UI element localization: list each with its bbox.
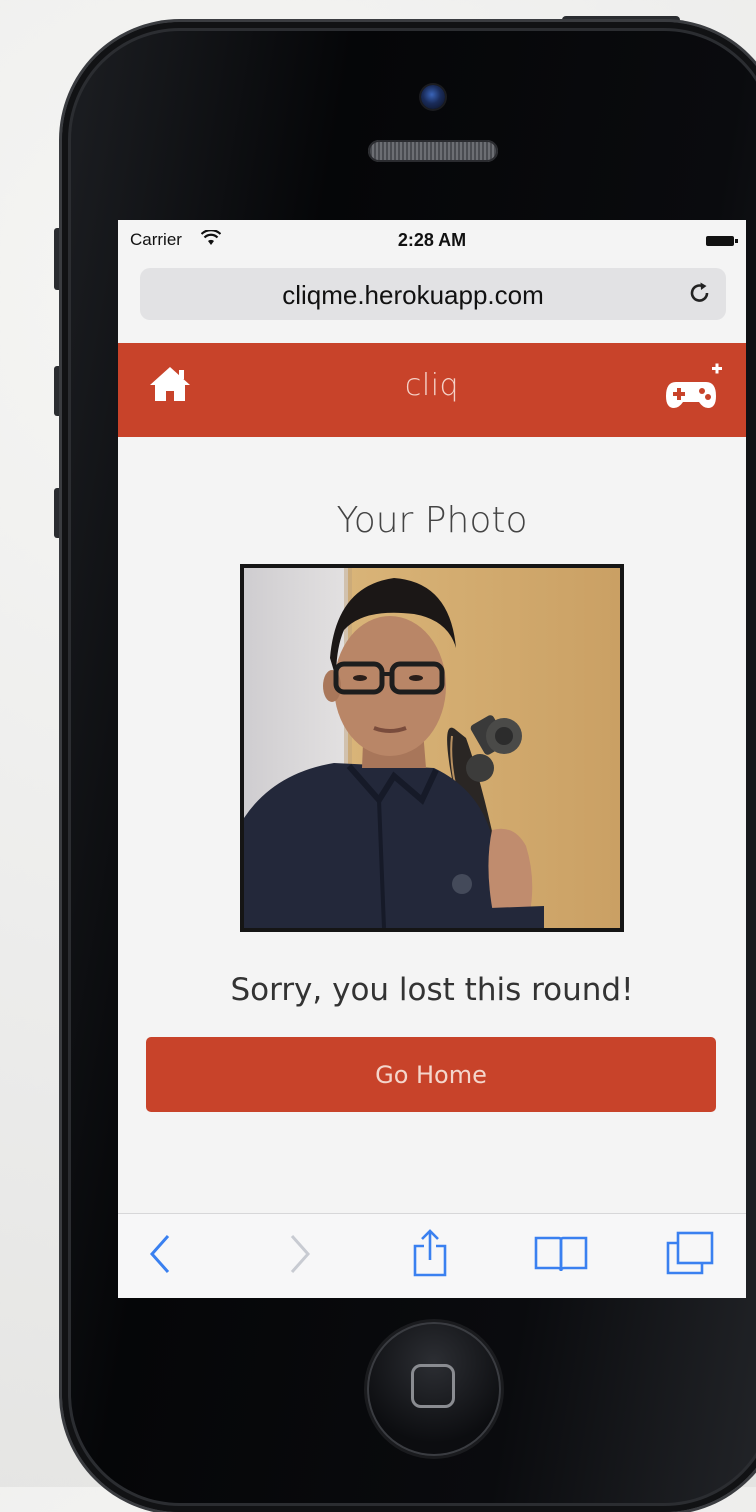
battery-icon: [706, 236, 738, 246]
round-result-message: Sorry, you lost this round!: [230, 972, 634, 1008]
app-header: cliq: [118, 343, 746, 437]
gamepad-plus-icon[interactable]: [662, 362, 724, 418]
reload-icon[interactable]: [688, 280, 712, 310]
front-camera: [421, 85, 445, 109]
home-button-square-icon: [411, 1364, 455, 1408]
earpiece-speaker: [368, 140, 498, 162]
address-bar[interactable]: cliqme.herokuapp.com: [140, 268, 726, 320]
url-text: cliqme.herokuapp.com: [282, 280, 544, 310]
status-time: 2:28 AM: [397, 230, 467, 250]
share-icon[interactable]: [410, 1228, 450, 1282]
phone-screen: Carrier 2:28 AM cliqme.herokuapp.com cli…: [118, 220, 746, 1298]
photo-heading: Your Photo: [336, 500, 528, 541]
tabs-icon[interactable]: [664, 1230, 716, 1280]
selfie-image: [244, 568, 620, 928]
bookmarks-icon[interactable]: [533, 1234, 589, 1278]
user-photo: [240, 564, 624, 932]
back-icon[interactable]: [148, 1232, 174, 1280]
status-bar: Carrier 2:28 AM: [118, 220, 746, 264]
forward-icon[interactable]: [286, 1232, 312, 1280]
safari-toolbar: [118, 1213, 746, 1298]
app-title: cliq: [404, 368, 460, 403]
go-home-button[interactable]: Go Home: [146, 1037, 716, 1112]
